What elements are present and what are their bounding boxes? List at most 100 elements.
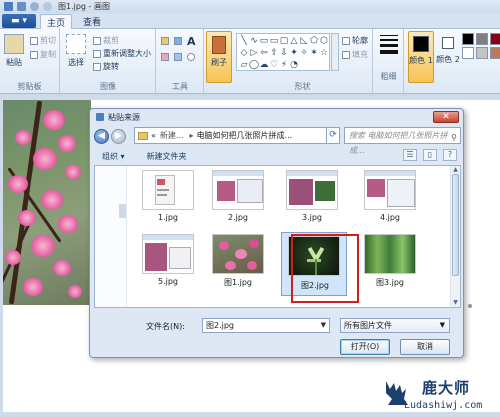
refresh-icon[interactable]: ⟳: [326, 127, 340, 144]
cut-label: 剪切: [40, 36, 56, 45]
scroll-down-arrow[interactable]: ▼: [451, 299, 460, 307]
color2-label: 颜色 2: [436, 55, 460, 64]
rotate-label: 旋转: [103, 62, 119, 71]
file-item[interactable]: 3.jpg: [281, 168, 343, 230]
undo-icon[interactable]: [30, 2, 39, 11]
shape-item[interactable]: ⬠: [309, 35, 319, 47]
file-item[interactable]: 图1.jpg: [207, 232, 269, 294]
shape-item[interactable]: ♡: [269, 59, 279, 71]
image-group: 选择 裁剪 重新调整大小 旋转 图像: [61, 29, 156, 94]
shape-item[interactable]: ╲: [239, 35, 249, 47]
tab-home[interactable]: 主页: [40, 14, 72, 29]
file-item[interactable]: 1.jpg: [137, 168, 199, 230]
shape-item[interactable]: ⇧: [269, 47, 279, 59]
shape-item[interactable]: ∿: [249, 35, 259, 47]
file-item[interactable]: 2.jpg: [207, 168, 269, 230]
cancel-button[interactable]: 取消: [400, 339, 450, 355]
shape-item[interactable]: ☆: [319, 47, 329, 59]
shape-item[interactable]: ▭: [259, 35, 269, 47]
dialog-close-button[interactable]: ✕: [433, 111, 459, 123]
crop-button[interactable]: 裁剪: [93, 35, 119, 46]
color-swatch[interactable]: [490, 47, 500, 59]
fill-button[interactable]: 填充: [342, 49, 368, 60]
color-picker-tool[interactable]: [174, 53, 184, 61]
back-button[interactable]: ◀: [94, 128, 109, 144]
fill-tool[interactable]: [174, 37, 184, 45]
select-button[interactable]: 选择: [66, 34, 86, 68]
scroll-up-arrow[interactable]: ▲: [451, 166, 460, 174]
color2-button[interactable]: 颜色 2: [436, 31, 460, 83]
organize-button[interactable]: 组织 ▾: [102, 151, 125, 162]
color1-button[interactable]: 颜色 1: [408, 31, 434, 83]
shape-item[interactable]: ✦: [289, 47, 299, 59]
open-button[interactable]: 打开(O): [340, 339, 390, 355]
ribbon-tabs: ▬ ▾ 主页 查看: [0, 13, 500, 29]
file-item[interactable]: 5.jpg: [137, 232, 199, 294]
shape-item[interactable]: ⇩: [279, 47, 289, 59]
save-icon[interactable]: [17, 2, 26, 11]
shape-item[interactable]: ▢: [279, 35, 289, 47]
color-swatch[interactable]: [462, 47, 474, 59]
size-lines-icon[interactable]: [380, 35, 398, 54]
file-thumbnail: [142, 170, 194, 210]
color-swatch[interactable]: [476, 47, 488, 59]
resize-button[interactable]: 重新调整大小: [93, 48, 151, 59]
file-name: 2.jpg: [227, 213, 248, 222]
filename-input[interactable]: 图2.jpg ▼: [202, 318, 330, 333]
outline-icon: [342, 36, 350, 45]
help-icon[interactable]: ?: [443, 149, 457, 161]
shape-item[interactable]: ⚡: [279, 59, 289, 71]
forward-button[interactable]: ▶: [111, 128, 126, 144]
file-item[interactable]: 4.jpg: [359, 168, 421, 230]
shape-item[interactable]: ◯: [249, 59, 259, 71]
pencil-tool[interactable]: [161, 37, 171, 45]
shape-item[interactable]: ◺: [299, 35, 309, 47]
shape-item[interactable]: ▱: [239, 59, 249, 71]
shape-item[interactable]: ◇: [239, 47, 249, 59]
shape-item[interactable]: ◔: [289, 59, 299, 71]
view-options-icon[interactable]: ☰: [403, 149, 417, 161]
tab-view[interactable]: 查看: [76, 14, 108, 29]
file-list-scrollbar[interactable]: ▲ ▼: [450, 166, 460, 307]
color-swatch[interactable]: [476, 33, 488, 45]
brushes-button[interactable]: 刷子: [206, 31, 232, 83]
navigation-pane[interactable]: [95, 166, 127, 307]
file-name: 图3.jpg: [375, 278, 404, 287]
cut-button[interactable]: 剪切: [30, 35, 56, 46]
magnifier-tool[interactable]: [187, 53, 197, 61]
color-swatch[interactable]: [462, 33, 474, 45]
redo-icon[interactable]: [43, 2, 52, 11]
search-input[interactable]: 搜索 电脑如何把几张照片拼成... ⚲: [344, 127, 461, 155]
file-name: 图1.jpg: [223, 278, 252, 287]
scroll-thumb[interactable]: [452, 174, 459, 276]
color-palette: [462, 33, 500, 59]
paste-button[interactable]: 粘贴: [4, 34, 24, 68]
color-swatch[interactable]: [490, 33, 500, 45]
address-part1[interactable]: 新建...: [160, 130, 184, 141]
filetype-select[interactable]: 所有图片文件 ▼: [340, 318, 450, 333]
paint-menu-button[interactable]: ▬ ▾: [2, 14, 36, 28]
file-item[interactable]: 图3.jpg: [359, 232, 421, 294]
shape-item[interactable]: ▷: [249, 47, 259, 59]
outline-button[interactable]: 轮廓: [342, 35, 368, 46]
shapes-gallery-scroll[interactable]: [331, 33, 339, 71]
text-tool[interactable]: A: [187, 35, 196, 48]
shape-item[interactable]: ☁: [259, 59, 269, 71]
new-folder-button[interactable]: 新建文件夹: [147, 151, 187, 162]
shape-item[interactable]: △: [289, 35, 299, 47]
rotate-button[interactable]: 旋转: [93, 61, 119, 72]
copy-button[interactable]: 复制: [30, 49, 56, 60]
shape-item[interactable]: ✧: [299, 47, 309, 59]
canvas-resize-handle[interactable]: [468, 304, 472, 308]
folder-icon: [138, 131, 148, 140]
shape-item[interactable]: ⇦: [259, 47, 269, 59]
shape-item[interactable]: ⬡: [319, 35, 329, 47]
eraser-tool[interactable]: [161, 53, 171, 61]
chevron-down-icon[interactable]: ▼: [321, 319, 326, 332]
shape-item[interactable]: ✶: [309, 47, 319, 59]
address-bar[interactable]: « 新建... ▸ 电脑如何把几张照片拼成...: [134, 127, 329, 144]
address-part2[interactable]: 电脑如何把几张照片拼成...: [197, 130, 293, 141]
shape-item[interactable]: ▭: [269, 35, 279, 47]
preview-pane-icon[interactable]: ▯: [423, 149, 437, 161]
shapes-gallery[interactable]: ╲ ∿ ▭ ▭ ▢ △ ◺ ⬠ ⬡ ◇ ▷ ⇦ ⇧ ⇩ ✦ ✧ ✶ ☆ ▱ ◯ ☁ ♡ ⚡ ◔: [236, 33, 330, 71]
